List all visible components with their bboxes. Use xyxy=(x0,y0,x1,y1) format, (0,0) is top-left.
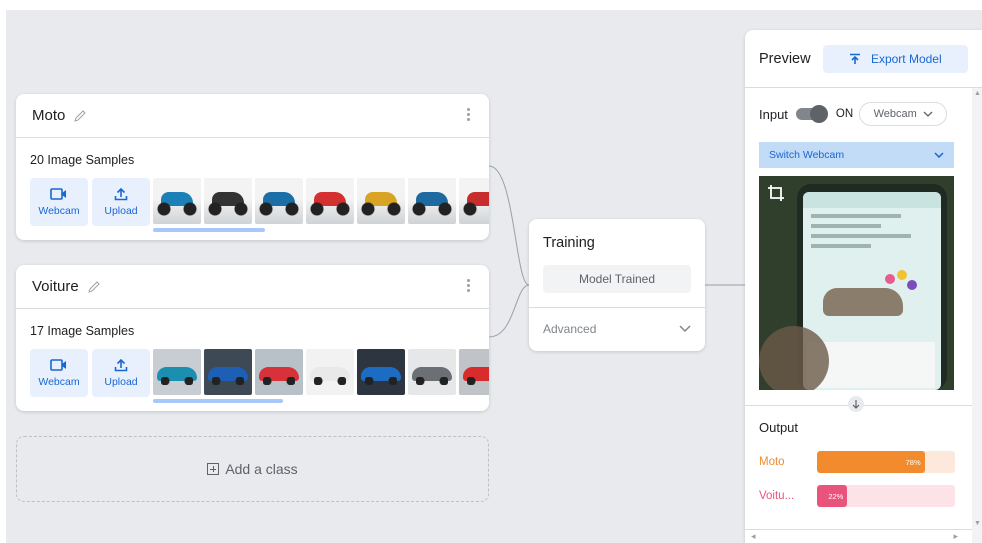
crop-icon[interactable] xyxy=(767,184,785,202)
arrow-down-icon[interactable] xyxy=(848,396,864,412)
thumbnail-scrollbar[interactable] xyxy=(153,399,283,403)
add-box-icon xyxy=(207,463,220,475)
pencil-icon[interactable] xyxy=(87,280,101,294)
webcam-button[interactable]: Webcam xyxy=(30,349,88,397)
image-samples-count: 17 Image Samples xyxy=(30,324,135,338)
class-card-moto: Moto 20 Image Samples Webcam Upload xyxy=(16,94,489,240)
sample-thumbnail[interactable] xyxy=(306,349,354,395)
export-icon xyxy=(849,53,860,64)
sample-thumbnail[interactable] xyxy=(357,349,405,395)
upload-button[interactable]: Upload xyxy=(92,349,150,397)
sample-thumbnail[interactable] xyxy=(255,178,303,224)
toggle-state-label: ON xyxy=(835,108,854,120)
webcam-button-label: Webcam xyxy=(38,376,80,388)
export-model-button[interactable]: Export Model xyxy=(822,44,968,73)
thumbnail-scrollbar[interactable] xyxy=(153,228,265,232)
model-trained-button[interactable]: Model Trained xyxy=(543,265,691,293)
upload-icon xyxy=(114,187,128,201)
output-class-name: Moto xyxy=(759,456,785,468)
input-source-select[interactable]: Webcam xyxy=(859,102,948,126)
sample-thumbnail[interactable] xyxy=(459,178,489,224)
upload-icon xyxy=(114,358,128,372)
pencil-icon[interactable] xyxy=(73,109,87,123)
switch-webcam-dropdown[interactable]: Switch Webcam xyxy=(759,142,954,168)
more-vert-icon[interactable] xyxy=(467,108,471,121)
class-header: Voiture xyxy=(16,265,489,309)
output-title: Output xyxy=(759,420,799,435)
upload-button[interactable]: Upload xyxy=(92,178,150,226)
add-class-button[interactable]: Add a class xyxy=(16,436,489,502)
confidence-percent: 22% xyxy=(828,491,844,501)
preview-panel: Preview Export Model Input ON Webcam Swi… xyxy=(745,30,982,543)
horizontal-scrollbar[interactable]: ◂ ▸ xyxy=(745,529,972,543)
sample-thumbnail[interactable] xyxy=(255,349,303,395)
training-panel: Training Model Trained Advanced xyxy=(529,219,705,351)
export-model-label: Export Model xyxy=(870,51,942,66)
webcam-icon xyxy=(50,188,66,200)
sample-thumbnail[interactable] xyxy=(204,349,252,395)
divider xyxy=(529,307,705,308)
sample-thumbnail[interactable] xyxy=(306,178,354,224)
output-row-voiture: Voitu... 22% xyxy=(759,485,957,507)
sample-thumbnails xyxy=(153,349,489,395)
add-class-label: Add a class xyxy=(225,461,298,477)
sample-thumbnail[interactable] xyxy=(153,349,201,395)
webcam-button[interactable]: Webcam xyxy=(30,178,88,226)
chevron-down-icon xyxy=(923,111,933,117)
sample-thumbnail[interactable] xyxy=(459,349,489,395)
confidence-bar: 78% xyxy=(817,451,925,473)
webcam-icon xyxy=(50,359,66,371)
webcam-button-label: Webcam xyxy=(38,205,80,217)
class-card-voiture: Voiture 17 Image Samples Webcam Upload xyxy=(16,265,489,411)
sample-thumbnail[interactable] xyxy=(408,178,456,224)
sample-thumbnail[interactable] xyxy=(408,349,456,395)
confidence-bar: 22% xyxy=(817,485,848,507)
preview-title: Preview xyxy=(759,50,811,67)
input-label: Input xyxy=(759,106,788,122)
input-source-value: Webcam xyxy=(873,108,917,120)
training-title: Training xyxy=(543,235,595,251)
class-header: Moto xyxy=(16,94,489,138)
switch-webcam-label: Switch Webcam xyxy=(769,149,845,161)
upload-button-label: Upload xyxy=(104,376,138,388)
advanced-label: Advanced xyxy=(543,322,597,336)
confidence-percent: 78% xyxy=(905,457,921,467)
confidence-bar-track: 78% xyxy=(817,451,955,473)
webcam-feed xyxy=(759,176,954,390)
chevron-down-icon xyxy=(679,325,691,333)
chevron-down-icon xyxy=(934,152,944,158)
output-row-moto: Moto 78% xyxy=(759,451,957,473)
sample-thumbnail[interactable] xyxy=(357,178,405,224)
sample-thumbnail[interactable] xyxy=(153,178,201,224)
image-samples-count: 20 Image Samples xyxy=(30,153,135,167)
preview-header: Preview Export Model xyxy=(745,30,982,88)
class-name[interactable]: Voiture xyxy=(32,278,79,295)
class-name[interactable]: Moto xyxy=(32,107,65,124)
vertical-scrollbar[interactable]: ▲ ▼ xyxy=(972,88,982,543)
output-class-name: Voitu... xyxy=(759,490,795,502)
sample-thumbnail[interactable] xyxy=(204,178,252,224)
advanced-toggle[interactable]: Advanced xyxy=(543,317,691,341)
sample-thumbnails xyxy=(153,178,489,224)
more-vert-icon[interactable] xyxy=(467,279,471,292)
input-controls: Input ON Webcam xyxy=(759,102,948,126)
confidence-bar-track: 22% xyxy=(817,485,955,507)
input-toggle[interactable] xyxy=(795,105,828,123)
upload-button-label: Upload xyxy=(104,205,138,217)
